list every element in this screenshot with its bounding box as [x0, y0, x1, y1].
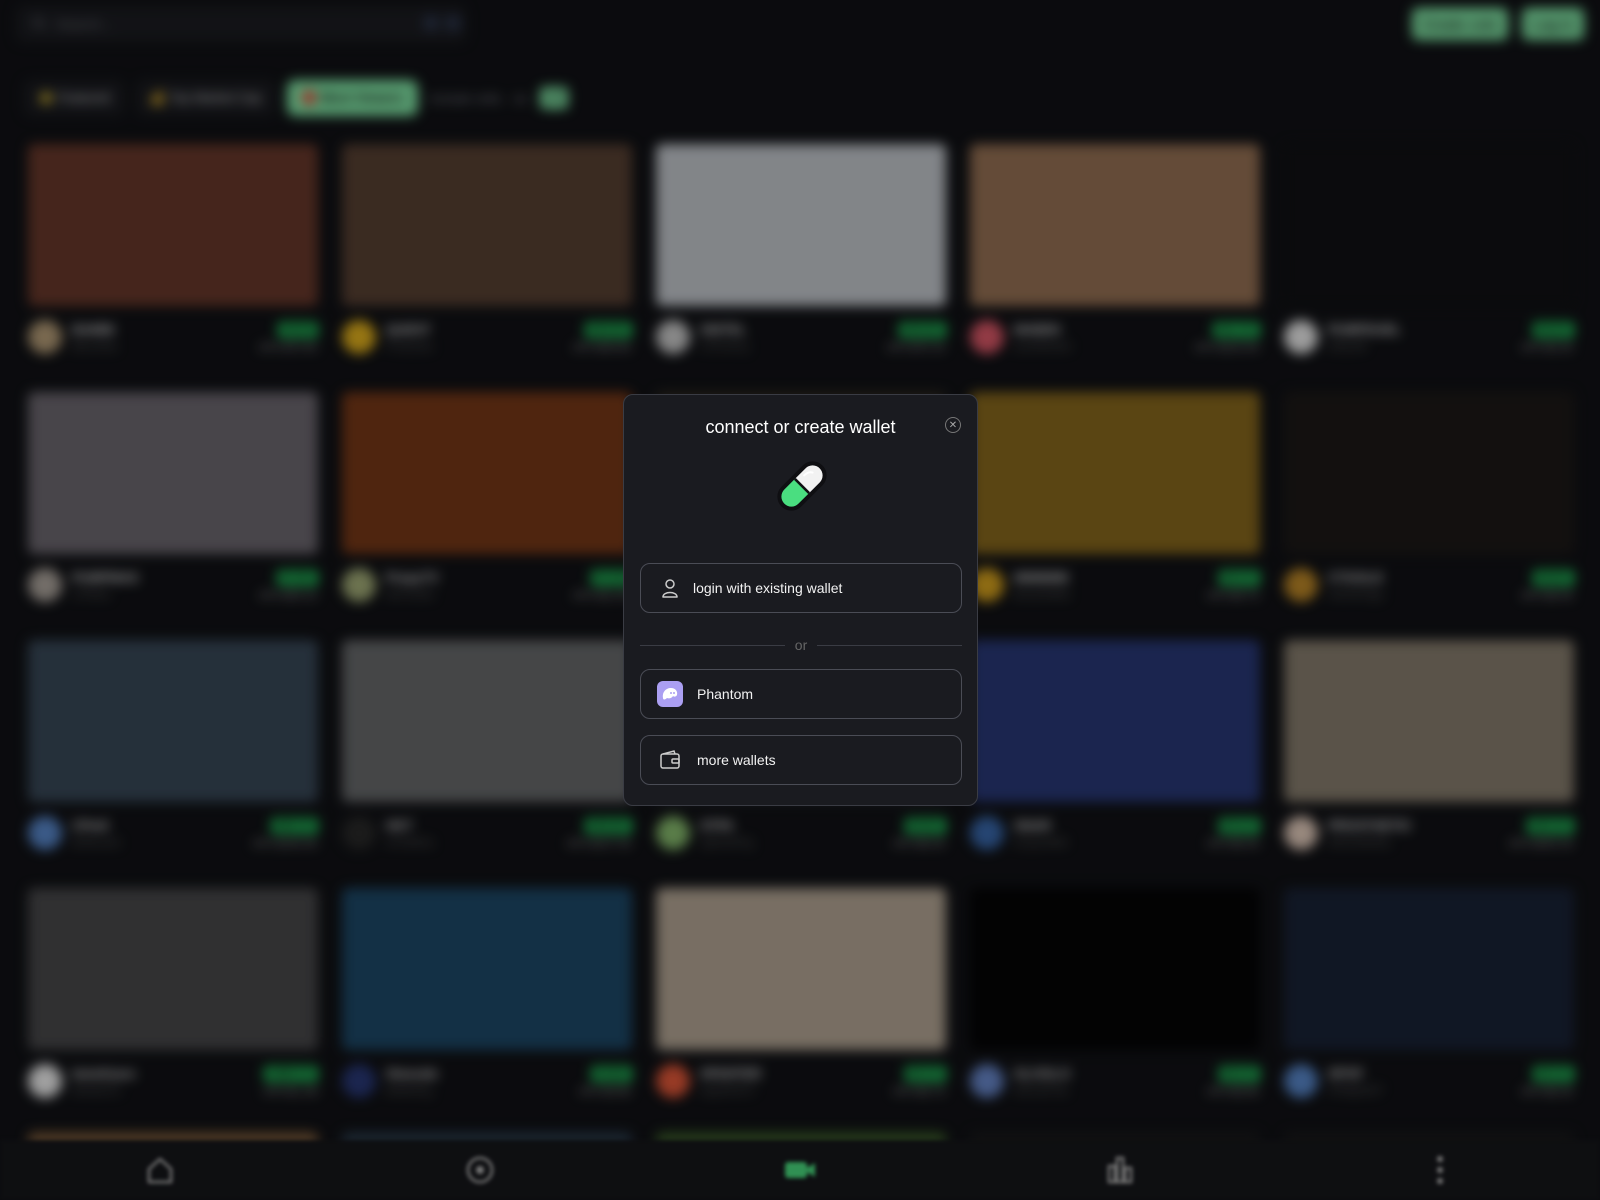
close-icon[interactable]: ✕: [945, 417, 961, 433]
divider-line: [817, 644, 963, 646]
modal-title: connect or create wallet: [705, 417, 896, 437]
more-wallets-button[interactable]: more wallets: [640, 735, 962, 785]
login-existing-wallet-label: login with existing wallet: [693, 580, 843, 596]
more-wallets-label: more wallets: [697, 752, 776, 768]
phantom-wallet-button[interactable]: Phantom: [640, 669, 962, 719]
phantom-icon: [657, 681, 683, 707]
phantom-label: Phantom: [697, 686, 754, 702]
wallet-icon: [657, 747, 683, 773]
connect-wallet-modal: connect or create wallet ✕ login with ex…: [623, 394, 978, 806]
login-existing-wallet-button[interactable]: login with existing wallet: [640, 563, 962, 613]
or-label: or: [794, 637, 808, 653]
divider-line: [640, 644, 785, 646]
pill-logo-icon: [771, 455, 833, 517]
user-icon: [657, 575, 683, 601]
or-divider: or: [640, 637, 963, 653]
app-root: Search... Create coin Log in ⭐ Featured …: [0, 0, 1600, 1200]
